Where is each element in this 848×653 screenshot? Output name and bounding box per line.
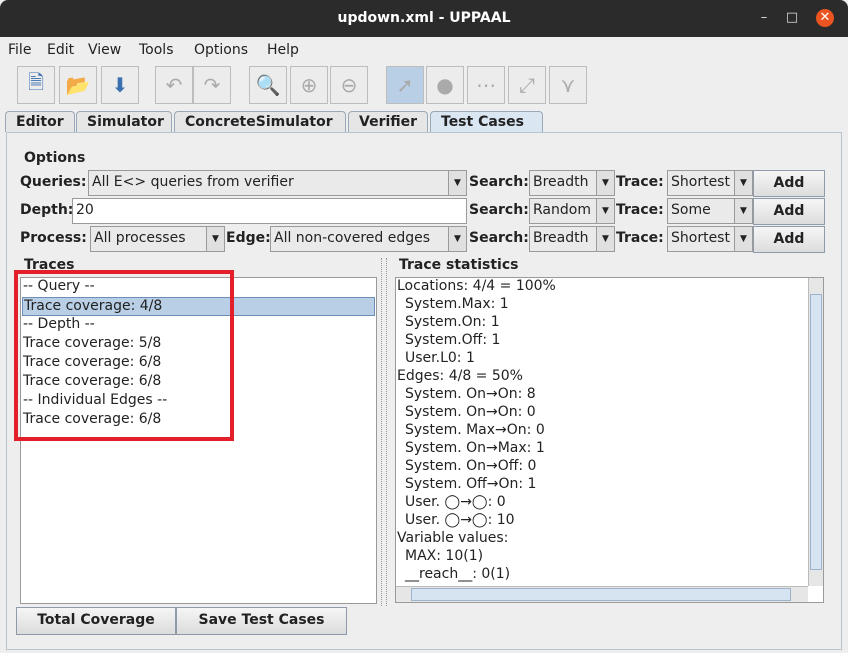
edge-select[interactable]: All non-covered edges ▼ (270, 226, 467, 252)
menu-edit[interactable]: Edit (47, 42, 74, 58)
trace-value: Some (671, 202, 711, 218)
tab-simulator[interactable]: Simulator (76, 111, 172, 132)
save-icon[interactable]: ⬇ (101, 66, 139, 104)
open-icon[interactable]: 📂 (59, 66, 97, 104)
menu-view[interactable]: View (88, 42, 121, 58)
statistics-line: __reach__: 0(1) (405, 566, 511, 582)
trace-select[interactable]: Shortest ▼ (667, 226, 753, 252)
select-icon[interactable]: ➚ (386, 66, 424, 104)
trace-select[interactable]: Some ▼ (667, 198, 753, 224)
process-label: Process: (20, 230, 87, 246)
redo-icon[interactable]: ↷ (193, 66, 231, 104)
process-value: All processes (94, 230, 186, 246)
trace-label: Trace: (616, 174, 664, 190)
chevron-down-icon: ▼ (596, 199, 614, 223)
search-value: Breadth (533, 230, 589, 246)
tab-test-cases[interactable]: Test Cases (430, 111, 543, 133)
add-button[interactable]: Add (753, 226, 825, 253)
statistics-line: User.L0: 1 (405, 350, 475, 366)
trace-label: Trace: (616, 202, 664, 218)
trace-select[interactable]: Shortest ▼ (667, 170, 753, 196)
statistics-line: System. Max→On: 0 (405, 422, 545, 438)
search-select[interactable]: Random ▼ (529, 198, 615, 224)
chevron-down-icon: ▼ (206, 227, 224, 251)
trace-statistics-heading: Trace statistics (399, 257, 519, 273)
close-button[interactable]: ✕ (816, 9, 834, 27)
split-divider[interactable] (381, 258, 387, 606)
statistics-line: User. ◯→◯: 0 (405, 494, 506, 510)
chevron-down-icon: ▼ (448, 227, 466, 251)
tab-concrete-simulator[interactable]: ConcreteSimulator (174, 111, 346, 132)
statistics-line: MAX: 10(1) (405, 548, 484, 564)
search-value: Breadth (533, 174, 589, 190)
chevron-down-icon: ▼ (596, 171, 614, 195)
queries-value: All E<> queries from verifier (92, 174, 294, 190)
trace-label: Trace: (616, 230, 664, 246)
chevron-down-icon: ▼ (734, 171, 752, 195)
statistics-line: User. ◯→◯: 10 (405, 512, 515, 528)
window-title: updown.xml - UPPAAL (337, 10, 511, 26)
chevron-down-icon: ▼ (734, 199, 752, 223)
statistics-line: System.Max: 1 (405, 296, 509, 312)
zoom-fit-icon[interactable]: 🔍 (249, 66, 287, 104)
zoom-in-icon[interactable]: ⊕ (290, 66, 328, 104)
edge-value: All non-covered edges (274, 230, 431, 246)
chevron-down-icon: ▼ (448, 171, 466, 195)
statistics-line: System.On: 1 (405, 314, 500, 330)
undo-icon[interactable]: ↶ (155, 66, 193, 104)
statistics-line: System. On→Max: 1 (405, 440, 545, 456)
trace-value: Shortest (671, 174, 730, 190)
minimize-button[interactable]: – (755, 9, 773, 27)
total-coverage-button[interactable]: Total Coverage (16, 607, 176, 635)
nail-icon[interactable]: ⋯ (467, 66, 505, 104)
search-label: Search: (469, 230, 529, 246)
edge-icon[interactable]: ⤢ (508, 66, 546, 104)
menu-file[interactable]: File (8, 42, 31, 58)
add-button[interactable]: Add (753, 170, 825, 197)
statistics-line: System.Off: 1 (405, 332, 501, 348)
depth-input[interactable]: 20 (72, 198, 467, 224)
location-icon[interactable]: ● (426, 66, 464, 104)
statistics-line: System. On→Off: 0 (405, 458, 537, 474)
menu-help[interactable]: Help (267, 42, 299, 58)
trace-value: Shortest (671, 230, 730, 246)
maximize-button[interactable]: □ (783, 9, 801, 27)
trace-statistics-panel: Locations: 4/4 = 100% System.Max: 1 System… (395, 277, 824, 603)
highlight-box (14, 270, 234, 441)
search-select[interactable]: Breadth ▼ (529, 170, 615, 196)
chevron-down-icon: ▼ (734, 227, 752, 251)
queries-label: Queries: (20, 174, 87, 190)
tab-verifier[interactable]: Verifier (348, 111, 428, 132)
search-label: Search: (469, 202, 529, 218)
chevron-down-icon: ▼ (596, 227, 614, 251)
zoom-out-icon[interactable]: ⊖ (330, 66, 368, 104)
tab-editor[interactable]: Editor (5, 111, 75, 132)
vertical-scrollbar[interactable] (808, 278, 823, 586)
depth-label: Depth: (20, 202, 74, 218)
menu-options[interactable]: Options (194, 42, 248, 58)
options-heading: Options (24, 150, 86, 166)
new-icon[interactable]: 🗎 (17, 66, 55, 104)
branch-icon[interactable]: ⋎ (549, 66, 587, 104)
statistics-line: System. On→On: 8 (405, 386, 536, 402)
add-button[interactable]: Add (753, 198, 825, 225)
statistics-line: System. Off→On: 1 (405, 476, 537, 492)
process-select[interactable]: All processes ▼ (90, 226, 225, 252)
horizontal-scrollbar[interactable] (396, 586, 808, 602)
search-label: Search: (469, 174, 529, 190)
search-select[interactable]: Breadth ▼ (529, 226, 615, 252)
statistics-line: Variable values: (397, 530, 509, 546)
statistics-line: System. On→On: 0 (405, 404, 536, 420)
statistics-line: Locations: 4/4 = 100% (397, 278, 556, 294)
menu-bar (0, 37, 848, 63)
search-value: Random (533, 202, 591, 218)
queries-select[interactable]: All E<> queries from verifier ▼ (88, 170, 467, 196)
menu-tools[interactable]: Tools (139, 42, 174, 58)
edge-label: Edge: (226, 230, 271, 246)
save-test-cases-button[interactable]: Save Test Cases (176, 607, 347, 635)
statistics-line: Edges: 4/8 = 50% (397, 368, 523, 384)
